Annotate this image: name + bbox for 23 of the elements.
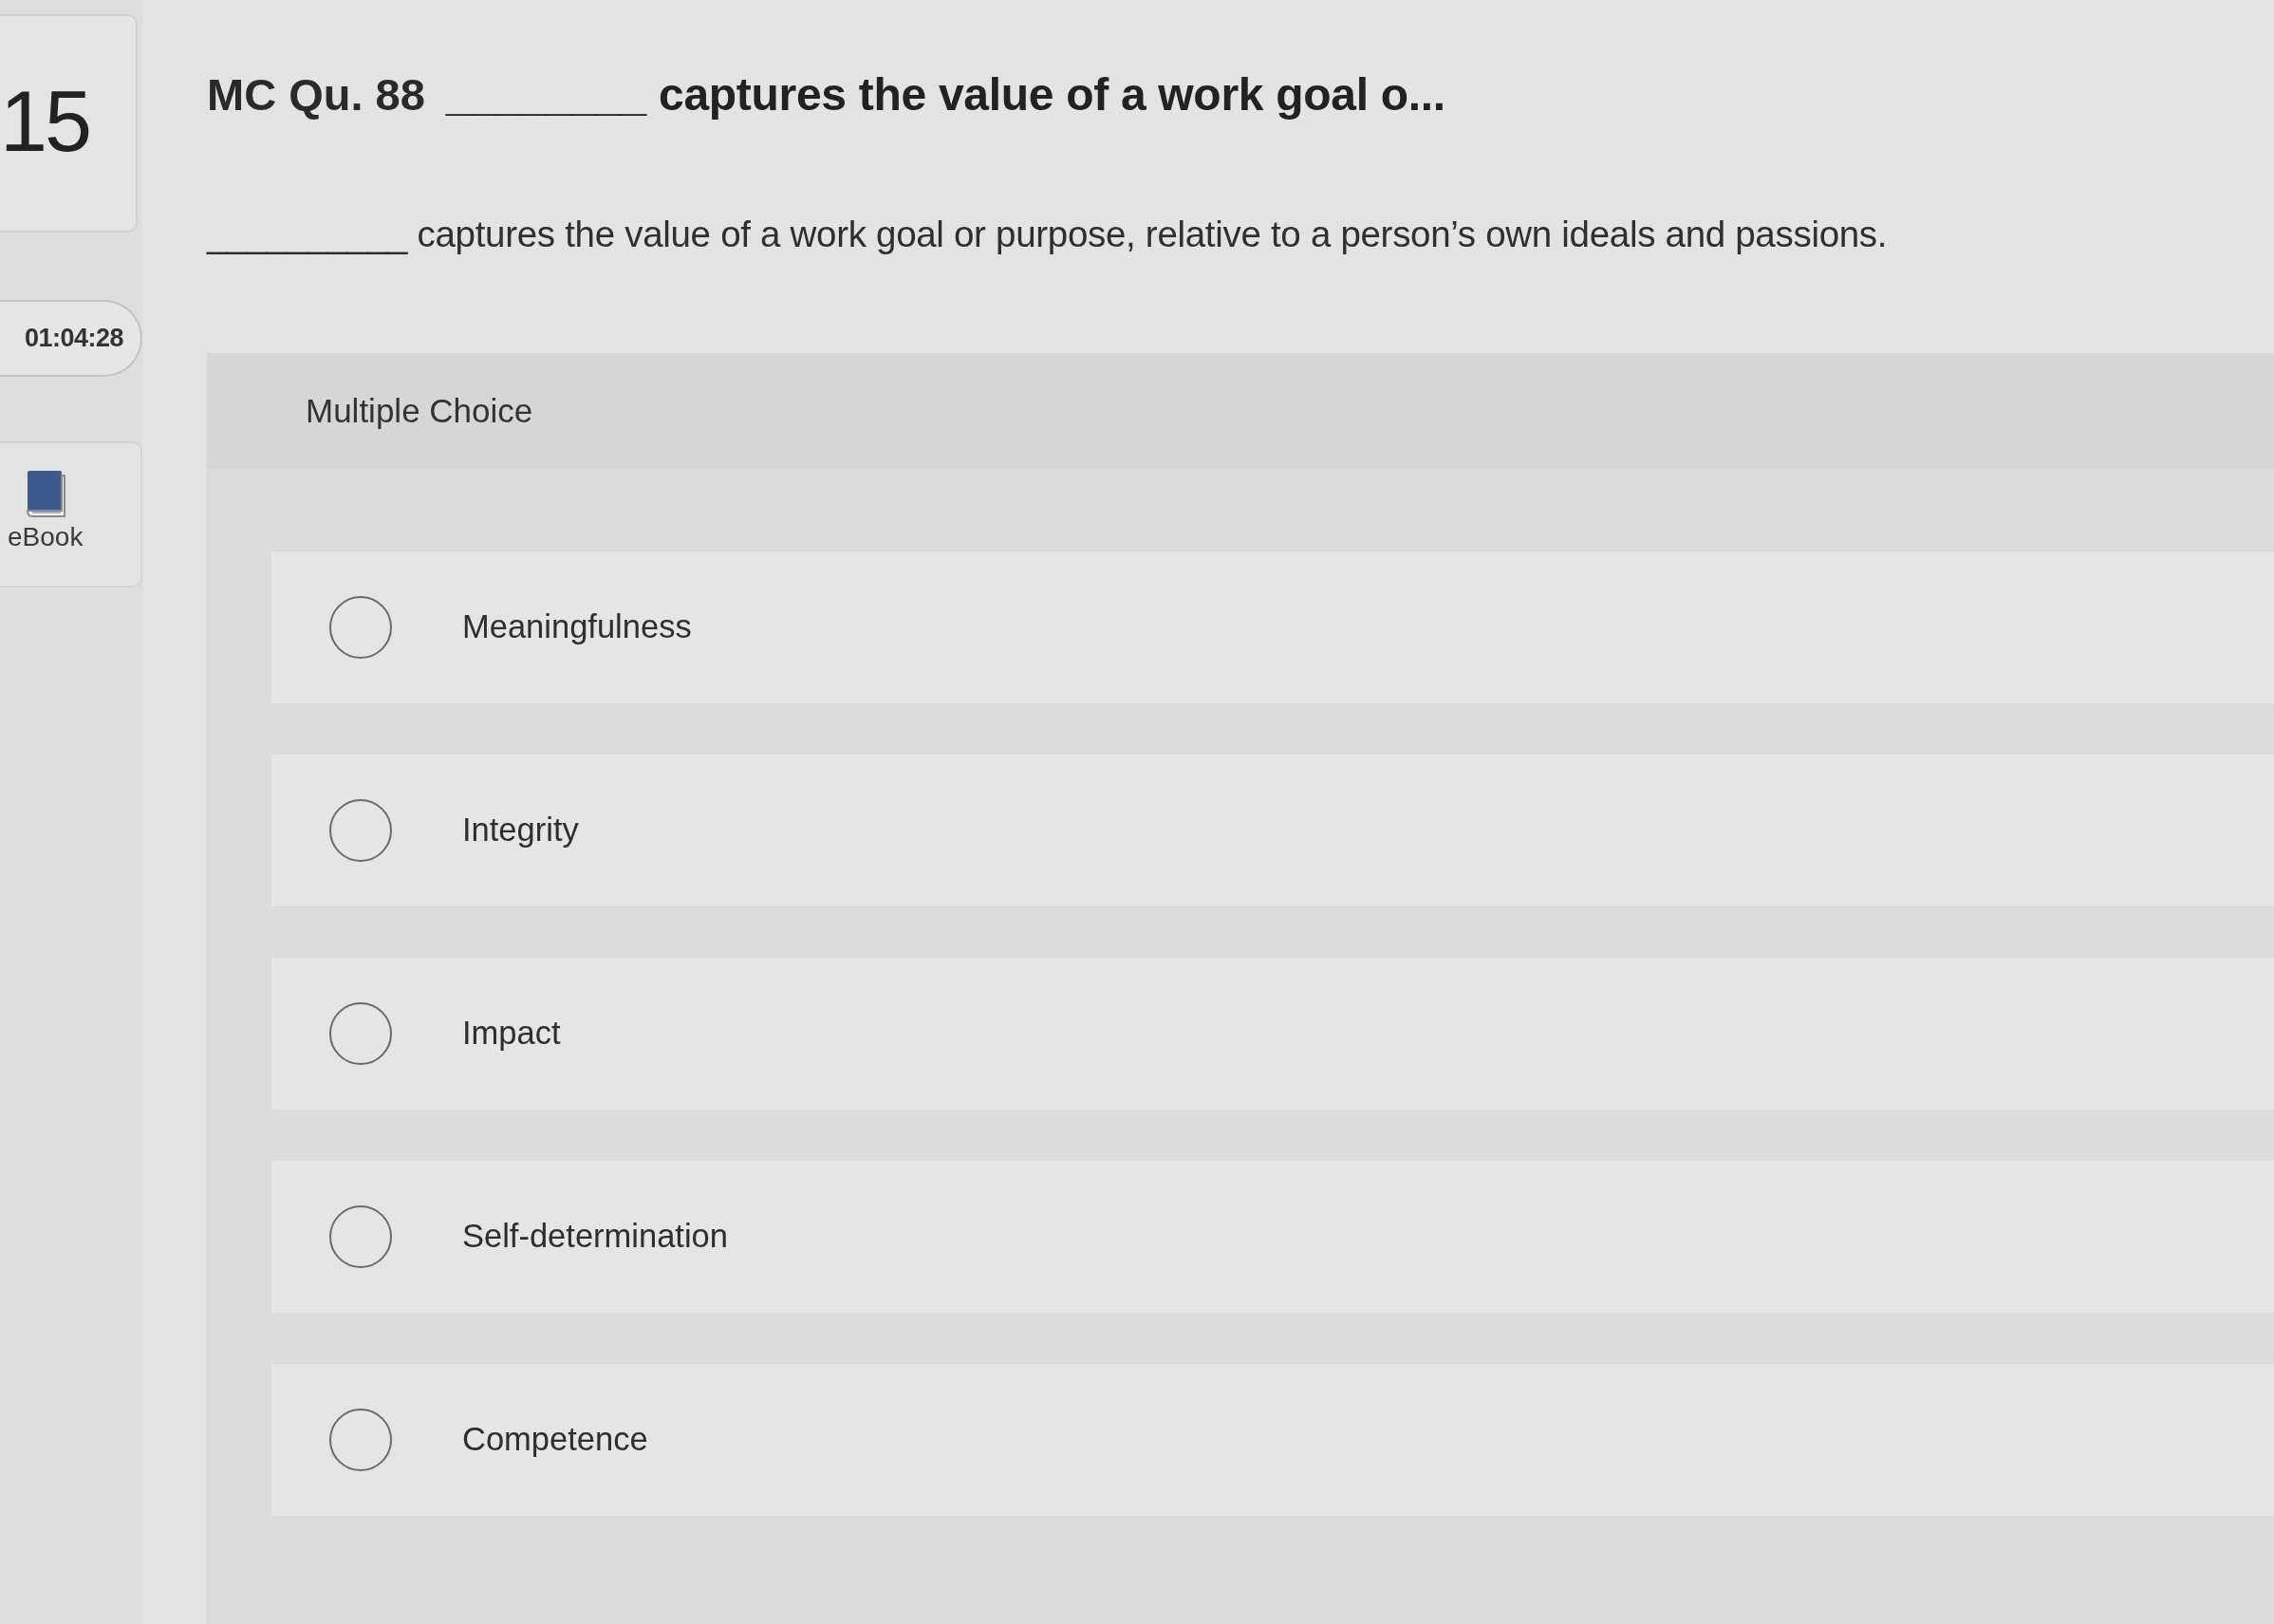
radio-button[interactable]: [329, 1204, 392, 1268]
answer-option[interactable]: Competence: [271, 1363, 2274, 1516]
option-label: Integrity: [462, 810, 579, 849]
question-type-label: Multiple Choice: [306, 390, 533, 431]
radio-button[interactable]: [329, 1408, 392, 1471]
book-icon: [25, 470, 68, 519]
radio-button[interactable]: [329, 798, 392, 862]
answer-option[interactable]: Impact: [271, 957, 2274, 1110]
question-heading-number: MC Qu. 88: [207, 68, 425, 121]
option-label: Self-determination: [462, 1216, 728, 1256]
radio-button[interactable]: [329, 1001, 392, 1065]
answer-option[interactable]: Self-determination: [271, 1160, 2274, 1313]
answer-option[interactable]: Meaningfulness: [271, 551, 2274, 703]
option-label: Impact: [462, 1013, 561, 1053]
question-heading: ________ captures the value of a work goal o...: [445, 68, 1445, 121]
radio-button[interactable]: [329, 595, 392, 659]
ebook-button[interactable]: eBook: [0, 441, 142, 588]
option-label: Meaningfulness: [462, 607, 692, 646]
answer-option[interactable]: Integrity: [271, 754, 2274, 906]
timer-text: 01:04:28: [25, 323, 124, 355]
question-number: 15: [0, 79, 90, 164]
option-label: Competence: [462, 1419, 648, 1459]
question-text: __________ captures the value of a work goal or purpose, relative to a person’s own ideals and passions.: [207, 213, 1889, 256]
